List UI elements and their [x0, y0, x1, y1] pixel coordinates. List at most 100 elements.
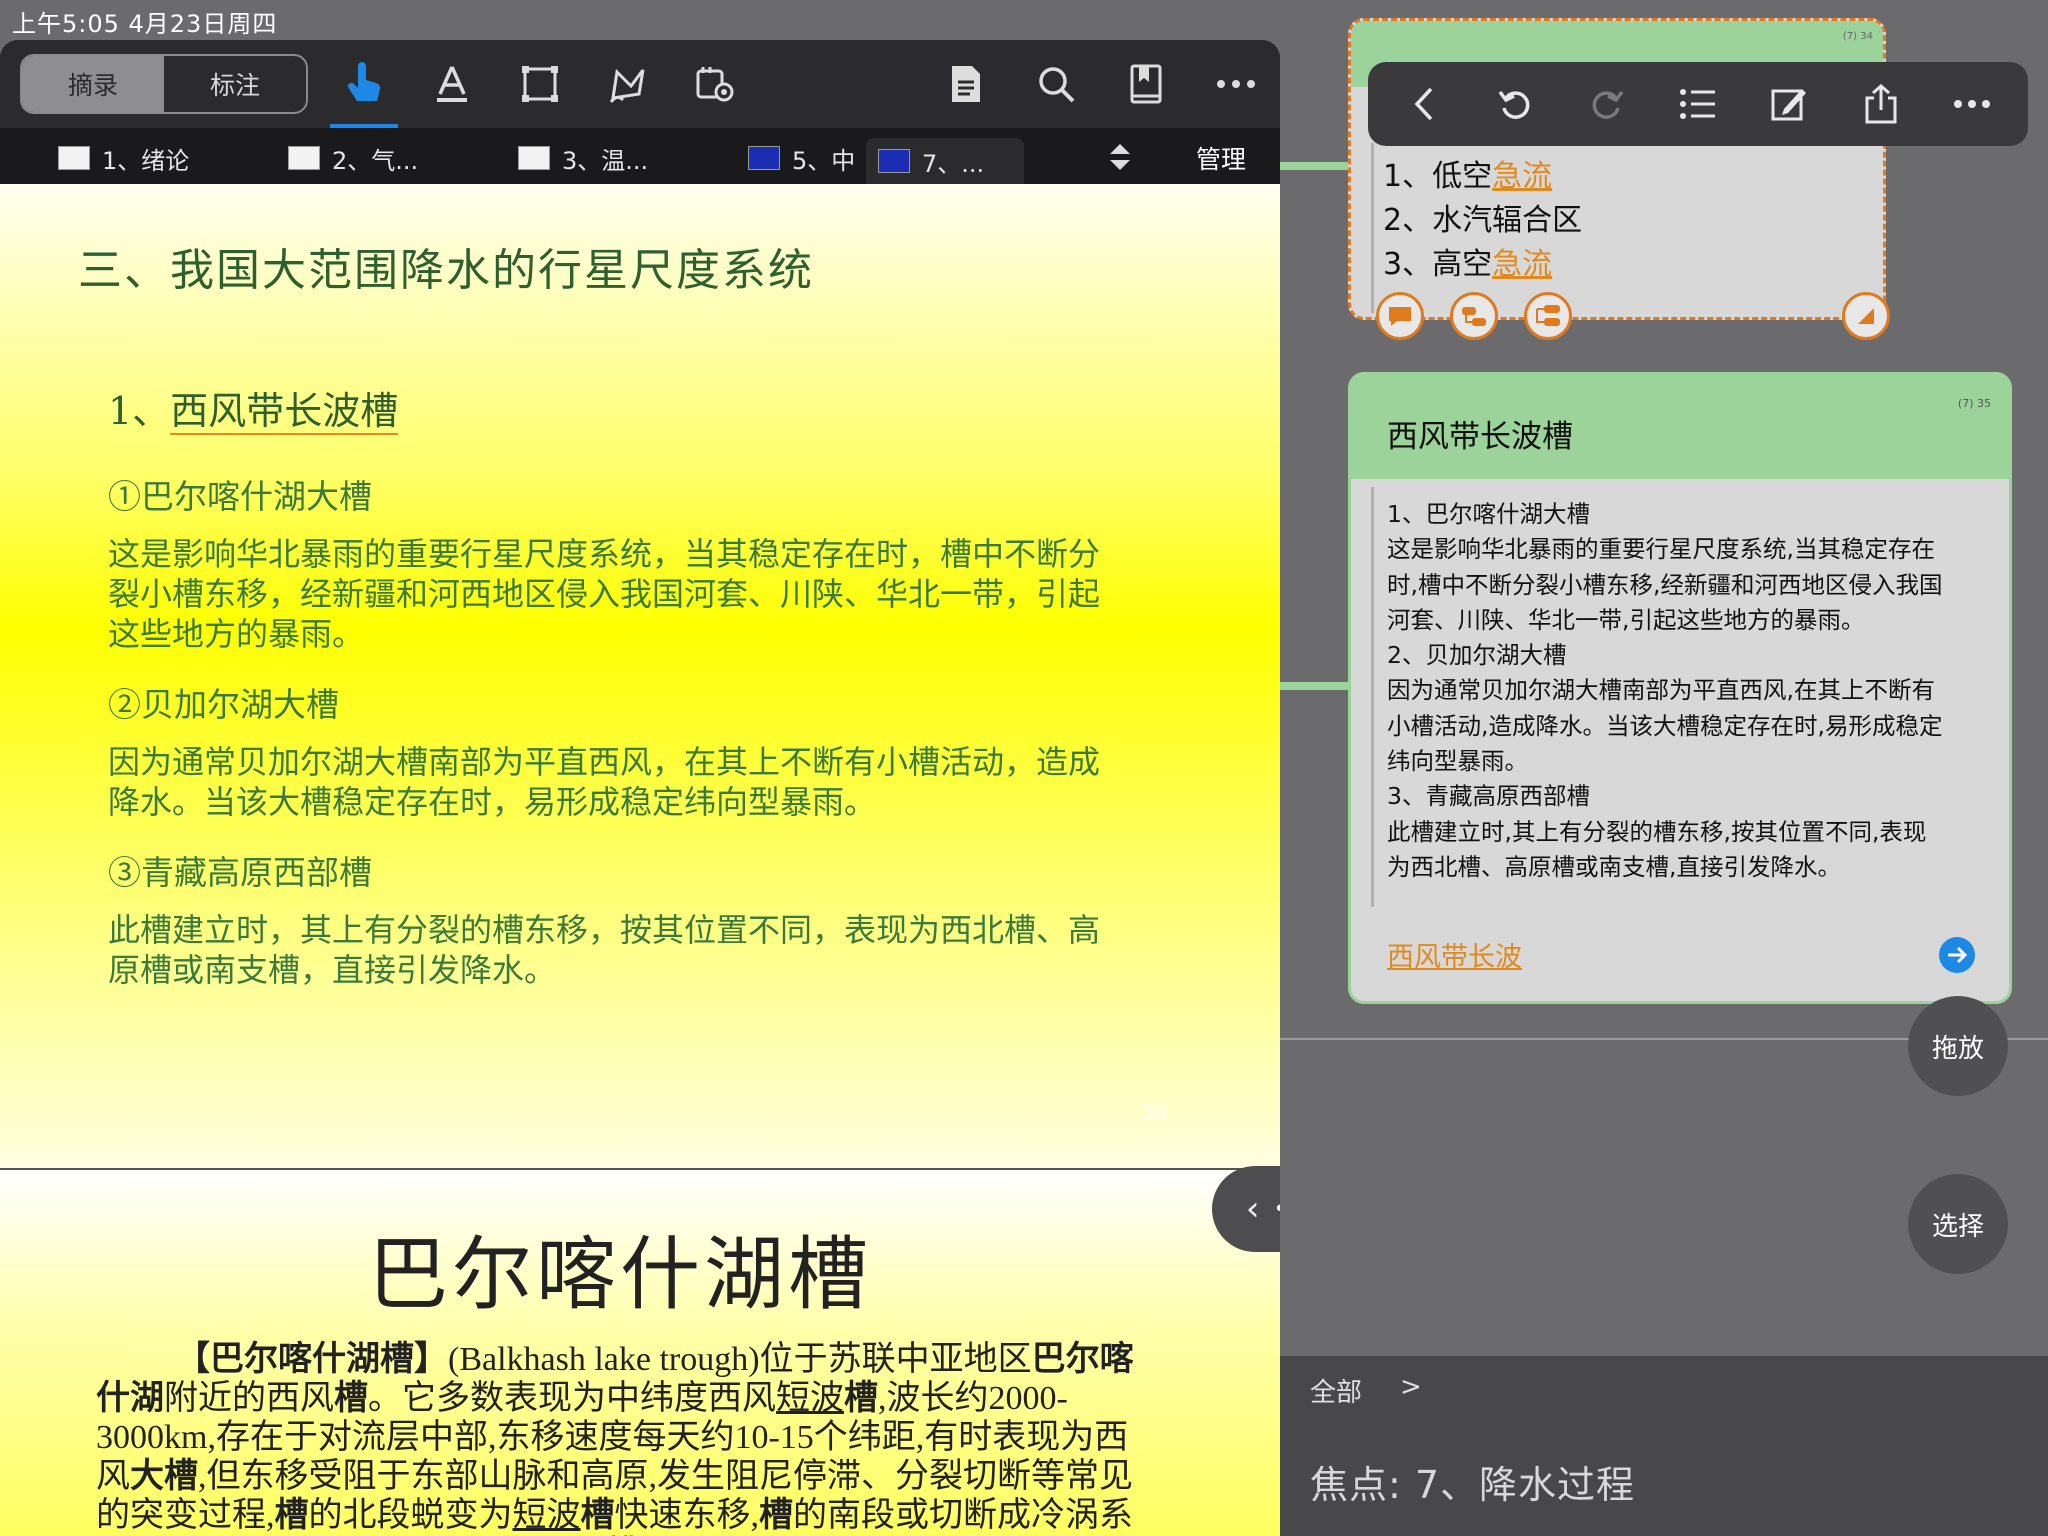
back-icon[interactable]: [1400, 80, 1448, 128]
more-icon[interactable]: [1210, 58, 1262, 110]
card-line-1: 1、低空急流: [1383, 151, 1552, 195]
tab-3[interactable]: 3、温...: [518, 138, 648, 178]
tab-label: 1、绪论: [102, 146, 190, 175]
auto-settings-icon[interactable]: [690, 58, 742, 110]
paragraph-3: 此槽建立时，其上有分裂的槽东移，按其位置不同，表现为西北槽、高原槽或南支槽，直接…: [108, 911, 1101, 989]
annotate-mode-button[interactable]: 标注: [164, 56, 306, 112]
paragraph-1: 这是影响华北暴雨的重要行星尺度系统，当其稳定存在时，槽中不断分裂小槽东移，经新疆…: [108, 535, 1101, 653]
status-time: 上午5:05 4月23日周四: [12, 10, 278, 38]
bold-term: 槽: [759, 1497, 793, 1534]
page2-body: 【巴尔喀什湖槽】(Balkhash lake trough)位于苏联中亚地区巴尔…: [96, 1340, 1156, 1536]
paragraph-2: 因为通常贝加尔湖大槽南部为平直西风，在其上不断有小槽活动，造成降水。当该大槽稳定…: [108, 743, 1101, 821]
bold-term: 槽: [580, 1497, 615, 1534]
body-text: 的北段蜕变为: [308, 1497, 513, 1534]
lasso-select-icon[interactable]: [602, 58, 654, 110]
tab-thumbnail: [518, 146, 550, 170]
undo-icon[interactable]: [1491, 80, 1539, 128]
tab-5[interactable]: 5、中: [748, 138, 855, 178]
bold-term: 大槽: [130, 1458, 198, 1495]
text-highlight-icon[interactable]: [426, 58, 478, 110]
manage-tabs-button[interactable]: 管理: [1196, 140, 1246, 176]
share-icon[interactable]: [1857, 80, 1905, 128]
subheading-1: ①巴尔喀什湖大槽: [108, 477, 372, 516]
bold-term: 【巴尔喀什湖槽】: [176, 1341, 448, 1378]
body-text: (Balkhash lake trough)位于苏联中亚地区: [448, 1341, 1032, 1378]
document-icon[interactable]: [940, 58, 992, 110]
card-page-badge: (7) 34: [1842, 31, 1873, 42]
tab-thumbnail: [878, 149, 910, 173]
card-body-line: 此槽建立时,其上有分裂的槽东移,按其位置不同,表现: [1387, 817, 1927, 846]
document-viewer[interactable]: 三、我国大范围降水的行星尺度系统 1、西风带长波槽 ①巴尔喀什湖大槽 这是影响华…: [0, 184, 1280, 1536]
mindmap-card-westerly-trough[interactable]: 西风带长波槽 (7) 35 1、巴尔喀什湖大槽 这是影响华北暴雨的重要行星尺度系…: [1348, 372, 2012, 1004]
card-quote-bar: [1371, 143, 1374, 313]
search-icon[interactable]: [1030, 58, 1082, 110]
mindmap-connector: [1280, 682, 1350, 690]
edit-icon[interactable]: [1765, 80, 1813, 128]
body-text: 附近的西风: [164, 1380, 334, 1417]
section-heading: 1、西风带长波槽: [108, 380, 399, 435]
body-text: 快速东移,: [614, 1497, 760, 1534]
tab-label: 3、温...: [562, 146, 649, 175]
filter-all-button[interactable]: 全部: [1310, 1372, 1362, 1409]
bold-term: 槽: [274, 1497, 309, 1534]
card-body-line: 纬向型暴雨。: [1387, 747, 1528, 776]
card-line-3: 3、高空急流: [1383, 239, 1552, 283]
arrow-right-icon[interactable]: [1939, 937, 1975, 973]
tab-sort-icon[interactable]: [1108, 142, 1132, 172]
tab-label: 7、...: [922, 149, 985, 178]
tab-thumbnail: [748, 146, 780, 170]
rectangle-select-icon[interactable]: [514, 58, 566, 110]
tab-thumbnail: [288, 146, 320, 170]
tab-1[interactable]: 1、绪论: [58, 138, 189, 178]
comment-icon[interactable]: [1376, 292, 1424, 340]
card-page-badge: (7) 35: [1957, 397, 1991, 410]
card-body-line: 2、贝加尔湖大槽: [1387, 641, 1567, 670]
card-line-2: 2、水汽辐合区: [1383, 203, 1583, 238]
body-text: 。它多数表现为中纬度西风: [368, 1380, 776, 1417]
card-link[interactable]: 急流: [1492, 247, 1552, 282]
bookmark-book-icon[interactable]: [1120, 58, 1172, 110]
bold-term: 槽: [844, 1380, 878, 1417]
focus-label: 焦点: 7、降水过程: [1310, 1463, 1636, 1507]
section-number: 1、: [108, 389, 171, 433]
card-body-line: 1、巴尔喀什湖大槽: [1387, 500, 1590, 528]
page-number: 35: [1142, 1100, 1168, 1124]
chevron-left-icon[interactable]: ‹: [1246, 1189, 1260, 1229]
bottom-panel: 全部 > 焦点: 7、降水过程: [1280, 1356, 2048, 1536]
add-sibling-node-icon[interactable]: [1524, 292, 1572, 340]
card-source-link[interactable]: 西风带长波: [1387, 935, 1522, 974]
tab-thumbnail: [58, 146, 90, 170]
card-quote-bar: [1371, 487, 1374, 907]
card-body-line: 时,槽中不断分裂小槽东移,经新疆和河西地区侵入我国: [1387, 570, 1943, 599]
card-body: 1、巴尔喀什湖大槽 这是影响华北暴雨的重要行星尺度系统,当其稳定存在 时,槽中不…: [1387, 497, 1997, 885]
tab-7-active[interactable]: 7、...: [866, 138, 1025, 184]
resize-corner-icon[interactable]: [1842, 292, 1890, 340]
card-body-line: 为西北槽、高原槽或南支槽,直接引发降水。: [1387, 852, 1841, 881]
card-body-line: 因为通常贝加尔湖大槽南部为平直西风,在其上不断有: [1387, 676, 1935, 705]
card-body-line: 这是影响华北暴雨的重要行星尺度系统,当其稳定存在: [1387, 535, 1935, 564]
more-icon[interactable]: [1948, 80, 1996, 128]
document-tabs: 1、绪论 2、气... 3、温... 5、中 7、... 管理: [0, 128, 1280, 184]
excerpt-mode-button[interactable]: 摘录: [22, 56, 164, 112]
tab-label: 2、气...: [332, 146, 419, 175]
section-heading-text: 西风带长波槽: [170, 389, 399, 435]
tab-2[interactable]: 2、气...: [288, 138, 418, 178]
card-title: 西风带长波槽: [1387, 419, 1573, 455]
tab-label: 5、中: [792, 146, 856, 175]
bold-term: 槽: [334, 1380, 368, 1417]
mindmap-connector: [1280, 162, 1350, 170]
card-body-line: 河套、川陕、华北一带,引起这些地方的暴雨。: [1387, 605, 1865, 634]
underlined-term: 短波: [776, 1380, 844, 1417]
add-child-node-icon[interactable]: [1450, 292, 1498, 340]
card-line-text: 3、高空: [1383, 247, 1493, 282]
pdf-page-35: 三、我国大范围降水的行星尺度系统 1、西风带长波槽 ①巴尔喀什湖大槽 这是影响华…: [0, 184, 1280, 1170]
redo-icon[interactable]: [1583, 80, 1631, 128]
hand-pointer-icon[interactable]: [338, 58, 390, 110]
subheading-3: ③青藏高原西部槽: [108, 853, 372, 892]
card-link[interactable]: 急流: [1492, 159, 1552, 194]
drag-drop-button[interactable]: 拖放: [1908, 996, 2008, 1096]
select-button[interactable]: 选择: [1908, 1174, 2008, 1274]
outline-list-icon[interactable]: [1674, 80, 1722, 128]
underlined-term: 短波: [512, 1497, 581, 1534]
pdf-page-36: 巴尔喀什湖槽 【巴尔喀什湖槽】(Balkhash lake trough)位于苏…: [0, 1172, 1280, 1536]
